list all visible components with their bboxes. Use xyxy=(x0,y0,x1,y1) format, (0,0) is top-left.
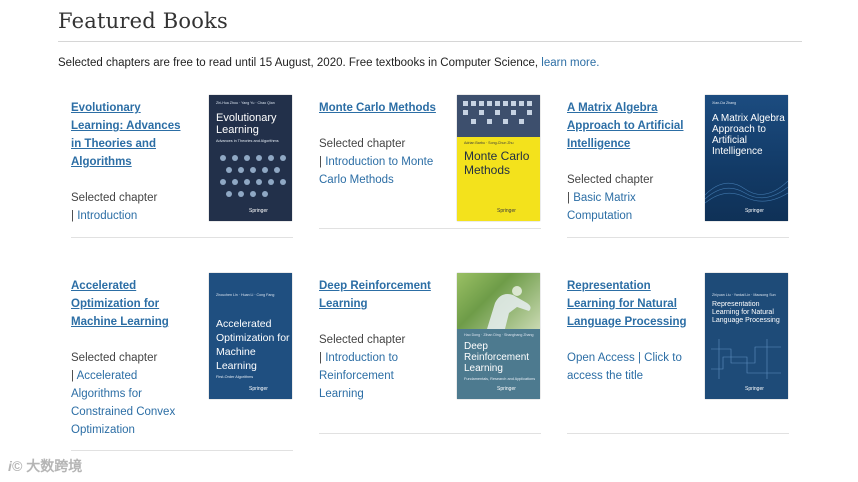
chapter-link[interactable]: Introduction to Monte Carlo Methods xyxy=(319,156,433,186)
card-divider xyxy=(319,228,541,229)
open-access-link[interactable]: Open Access | Click to access the title xyxy=(567,352,682,382)
springer-logo: Springer xyxy=(249,386,268,392)
book-title-link[interactable]: Monte Carlo Methods xyxy=(319,99,459,117)
selected-chapter-label: Selected chapter xyxy=(319,138,406,150)
chapter-link[interactable]: Basic Matrix Computation xyxy=(567,192,636,222)
cover-photo xyxy=(457,273,540,329)
title-divider xyxy=(58,41,802,42)
book-card-deep-reinforcement-learning: Deep Reinforcement Learning Selected cha… xyxy=(306,273,541,437)
intro-text: Selected chapters are free to read until… xyxy=(58,57,599,69)
book-card-accelerated-optimization: Accelerated Optimization for Machine Lea… xyxy=(58,273,293,452)
selected-chapter-label: Selected chapter xyxy=(71,192,158,204)
circuit-pattern-graphic xyxy=(711,339,781,379)
learn-more-link[interactable]: learn more. xyxy=(541,57,599,69)
book-access-info: Open Access | Click to access the title xyxy=(567,349,689,385)
book-title-link[interactable]: Representation Learning for Natural Lang… xyxy=(567,277,689,331)
card-divider xyxy=(71,237,293,238)
springer-logo: Springer xyxy=(497,386,516,392)
watermark-text: 大数跨境 xyxy=(26,458,83,474)
selected-chapter-label: Selected chapter xyxy=(567,174,654,186)
book-card-matrix-algebra: A Matrix Algebra Approach to Artificial … xyxy=(554,95,789,239)
book-card-evolutionary-learning: Evolutionary Learning: Advances in Theor… xyxy=(58,95,293,239)
book-chapter-info: Selected chapter | Accelerated Algorithm… xyxy=(71,352,176,436)
book-cover[interactable]: Adrian Barbu · Song-Chun Zhu Monte Carlo… xyxy=(457,95,540,221)
book-cover[interactable]: Zhiyuan Liu · Yankai Lin · Maosong Sun R… xyxy=(705,273,788,399)
chapter-link[interactable]: Accelerated Algorithms for Constrained C… xyxy=(71,370,175,436)
book-title-link[interactable]: Evolutionary Learning: Advances in Theor… xyxy=(71,99,193,171)
springer-logo: Springer xyxy=(497,208,516,214)
book-title-link[interactable]: A Matrix Algebra Approach to Artificial … xyxy=(567,99,689,153)
watermark-logo-icon: i© xyxy=(8,458,23,474)
card-divider xyxy=(319,433,541,434)
book-title-link[interactable]: Deep Reinforcement Learning xyxy=(319,277,441,313)
card-divider xyxy=(71,450,293,451)
wave-pattern-graphic xyxy=(705,180,788,204)
book-cover[interactable]: Xian-Da Zhang A Matrix Algebra Approach … xyxy=(705,95,788,221)
selected-chapter-label: Selected chapter xyxy=(71,352,158,364)
cover-band xyxy=(457,95,540,137)
springer-logo: Springer xyxy=(745,208,764,214)
book-chapter-info: Selected chapter | Basic Matrix Computat… xyxy=(567,174,654,222)
book-cover[interactable]: Hao Dong · Zihan Ding · Shanghang Zhang … xyxy=(457,273,540,399)
book-card-representation-learning: Representation Learning for Natural Lang… xyxy=(554,273,789,437)
springer-logo: Springer xyxy=(745,386,764,392)
book-chapter-info: Selected chapter | Introduction to Reinf… xyxy=(319,334,406,400)
intro-statement: Selected chapters are free to read until… xyxy=(58,57,542,69)
book-title-link[interactable]: Accelerated Optimization for Machine Lea… xyxy=(71,277,193,331)
dot-pattern-graphic xyxy=(220,155,286,197)
grid-pattern-graphic xyxy=(463,101,532,124)
chapter-link[interactable]: Introduction to Reinforcement Learning xyxy=(319,352,398,400)
book-chapter-info: Selected chapter | Introduction to Monte… xyxy=(319,138,434,186)
robot-hand-graphic xyxy=(487,286,531,329)
book-card-monte-carlo: Monte Carlo Methods Selected chapter | I… xyxy=(306,95,541,239)
springer-logo: Springer xyxy=(249,208,268,214)
chapter-link[interactable]: Introduction xyxy=(77,210,137,222)
book-cover[interactable]: Zhouchen Lin · Huan Li · Cong Fang Accel… xyxy=(209,273,292,399)
book-cover[interactable]: Zhi-Hua Zhou · Yang Yu · Chao Qian Evolu… xyxy=(209,95,292,221)
watermark: i© 大数跨境 xyxy=(8,456,82,476)
book-chapter-info: Selected chapter | Introduction xyxy=(71,192,158,222)
page-title: Featured Books xyxy=(58,9,228,33)
selected-chapter-label: Selected chapter xyxy=(319,334,406,346)
card-divider xyxy=(567,237,789,238)
card-divider xyxy=(567,433,789,434)
